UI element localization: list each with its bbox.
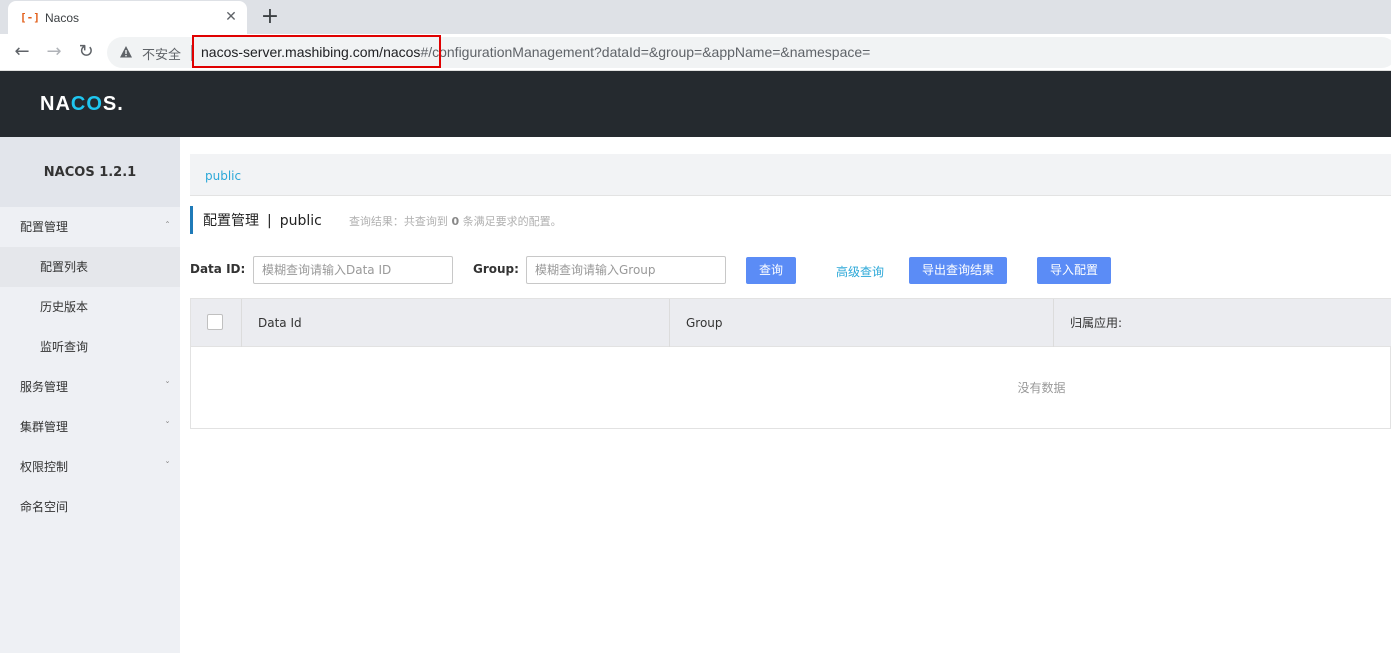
sidebar-item-service-management[interactable]: 服务管理 ˇ bbox=[0, 367, 180, 407]
logo-accent-2: O bbox=[86, 93, 103, 115]
warning-icon[interactable] bbox=[119, 45, 133, 59]
url-highlight-box bbox=[192, 35, 441, 68]
sidebar-item-label: 配置列表 bbox=[40, 260, 89, 274]
config-table: Data Id Group 归属应用: 没有数据 bbox=[190, 298, 1391, 429]
logo-prefix: NA bbox=[40, 93, 71, 115]
sidebar-item-label: 服务管理 bbox=[20, 380, 69, 394]
forward-icon[interactable]: → bbox=[42, 40, 66, 64]
nacos-logo[interactable]: NACOS. bbox=[40, 93, 124, 116]
summary-prefix: 查询结果：共查询到 bbox=[348, 215, 448, 228]
nacos-favicon-icon: [-] bbox=[20, 10, 40, 24]
app-header: NACOS. bbox=[0, 71, 1391, 137]
sidebar-item-label: 集群管理 bbox=[20, 420, 69, 434]
query-summary: 查询结果：共查询到 0 条满足要求的配置。 bbox=[349, 215, 562, 228]
select-all-checkbox[interactable] bbox=[207, 314, 223, 330]
main-content: public 配置管理 | public 查询结果：共查询到 0 条满足要求的配置。… bbox=[190, 154, 1391, 653]
sidebar-item-cluster-management[interactable]: 集群管理 ˇ bbox=[0, 407, 180, 447]
column-header-dataid[interactable]: Data Id bbox=[242, 299, 670, 347]
dataid-input[interactable]: 模糊查询请输入Data ID bbox=[253, 256, 453, 284]
dataid-label: Data ID: bbox=[190, 262, 246, 276]
back-icon[interactable]: ← bbox=[10, 40, 34, 64]
sidebar: NACOS 1.2.1 配置管理 ˆ 配置列表 历史版本 监听查询 服务管理 ˇ… bbox=[0, 137, 180, 653]
table-header: Data Id Group 归属应用: bbox=[191, 299, 1391, 347]
security-label[interactable]: 不安全 bbox=[142, 44, 181, 63]
group-label: Group: bbox=[473, 262, 519, 276]
sidebar-item-label: 配置管理 bbox=[20, 220, 69, 234]
sidebar-item-config-management[interactable]: 配置管理 ˆ bbox=[0, 207, 180, 247]
sidebar-item-history[interactable]: 历史版本 bbox=[0, 287, 180, 327]
logo-suffix: S. bbox=[102, 93, 124, 115]
sidebar-item-label: 命名空间 bbox=[20, 500, 69, 514]
chevron-down-icon: ˇ bbox=[165, 461, 170, 472]
filter-bar: Data ID: 模糊查询请输入Data ID Group: 模糊查询请输入Gr… bbox=[190, 256, 1391, 284]
summary-suffix: 条满足要求的配置。 bbox=[462, 215, 562, 228]
column-header-app[interactable]: 归属应用: bbox=[1054, 299, 1391, 347]
sidebar-item-access-control[interactable]: 权限控制 ˇ bbox=[0, 447, 180, 487]
namespace-link-public[interactable]: public bbox=[205, 169, 241, 183]
new-tab-icon[interactable]: + bbox=[258, 5, 282, 29]
url-path: #/configurationManagement?dataId=&group=… bbox=[420, 44, 871, 60]
sidebar-item-label: 权限控制 bbox=[20, 460, 69, 474]
sidebar-item-label: 历史版本 bbox=[40, 300, 89, 314]
chevron-down-icon: ˇ bbox=[165, 381, 170, 392]
browser-tab-strip: [-] Nacos ✕ + bbox=[0, 0, 1391, 34]
advanced-query-link[interactable]: 高级查询 bbox=[836, 263, 884, 280]
sidebar-item-label: 监听查询 bbox=[40, 340, 89, 354]
sidebar-item-listener-query[interactable]: 监听查询 bbox=[0, 327, 180, 367]
summary-count: 0 bbox=[451, 215, 460, 228]
export-results-button[interactable]: 导出查询结果 bbox=[909, 257, 1007, 284]
query-button[interactable]: 查询 bbox=[746, 257, 796, 284]
logo-accent: C bbox=[70, 93, 87, 115]
column-header-group[interactable]: Group bbox=[670, 299, 1054, 347]
page-title: 配置管理 | public 查询结果：共查询到 0 条满足要求的配置。 bbox=[190, 206, 562, 234]
tab-title: Nacos bbox=[45, 10, 80, 25]
browser-tab[interactable]: [-] Nacos ✕ bbox=[8, 1, 247, 34]
namespace-bar: public bbox=[190, 154, 1391, 196]
page-title-namespace: public bbox=[279, 213, 322, 229]
reload-icon[interactable]: ↻ bbox=[74, 40, 98, 64]
sidebar-item-namespace[interactable]: 命名空间 bbox=[0, 487, 180, 527]
empty-state: 没有数据 bbox=[1017, 381, 1066, 395]
chevron-down-icon: ˇ bbox=[165, 421, 170, 432]
import-config-button[interactable]: 导入配置 bbox=[1037, 257, 1111, 284]
title-separator: | bbox=[267, 213, 272, 229]
select-all-cell bbox=[191, 299, 242, 347]
page-title-text: 配置管理 bbox=[203, 213, 259, 229]
version-label: NACOS 1.2.1 bbox=[0, 137, 180, 207]
group-input[interactable]: 模糊查询请输入Group bbox=[526, 256, 726, 284]
close-icon[interactable]: ✕ bbox=[223, 9, 239, 25]
sidebar-item-config-list[interactable]: 配置列表 bbox=[0, 247, 180, 287]
chevron-up-icon: ˆ bbox=[165, 221, 170, 232]
